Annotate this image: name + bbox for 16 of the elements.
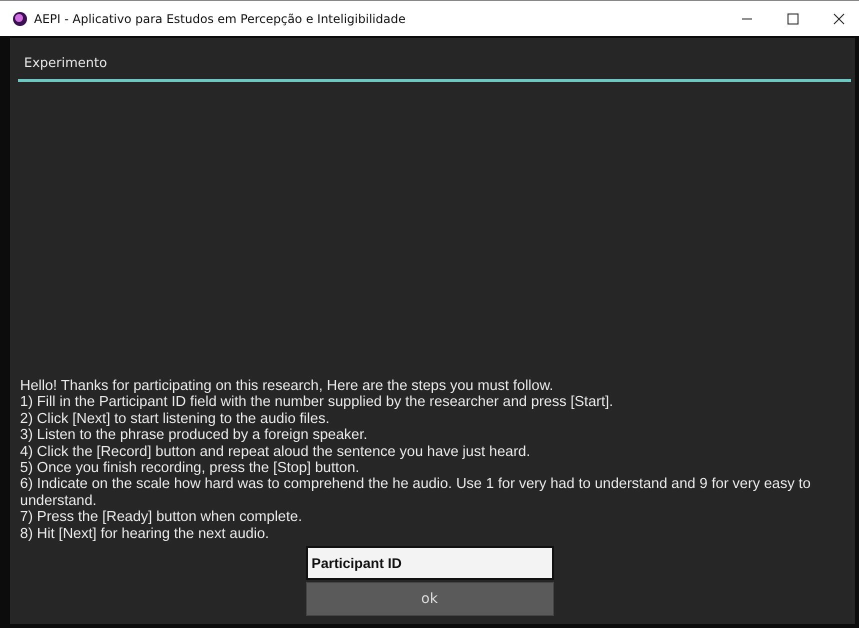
- tab[interactable]: Experimento: [18, 50, 114, 79]
- close-icon[interactable]: [833, 12, 845, 24]
- instruction-line: 8) Hit [Next] for hearing the next audio.: [20, 526, 270, 542]
- maximize-icon[interactable]: [787, 12, 799, 24]
- instruction-line: 6) Indicate on the scale how hard was to comprehend the he audio. Use 1 for very had to understand and 9 for very easy to understand.: [20, 476, 812, 510]
- instruction-line: Hello! Thanks for participating on this research, Here are the steps you must follow.: [20, 378, 554, 394]
- participant-id-field[interactable]: Participant ID: [306, 546, 554, 580]
- ok-button[interactable]: ok: [306, 582, 554, 616]
- instruction-line: 1) Fill in the Participant ID field with the number supplied by the researcher and press [Start].: [20, 394, 614, 411]
- instruction-line: 4) Click the [Record] button and repeat aloud the sentence you have just heard.: [20, 444, 532, 460]
- instruction-line: 2) Click [Next] to start listening to the audio files.: [20, 410, 330, 428]
- window-title: AEPI - Aplicativo para Estudos em Percepção e Inteligibilidade: [34, 12, 406, 26]
- instruction-line: 5) Once you finish recording, press the [Stop] button.: [20, 460, 360, 476]
- instruction-line: 7) Press the [Ready] button when complete.: [20, 509, 304, 526]
- app-logo-icon: [12, 10, 28, 26]
- instruction-line: 3) Listen to the phrase produced by a foreign speaker.: [20, 427, 368, 444]
